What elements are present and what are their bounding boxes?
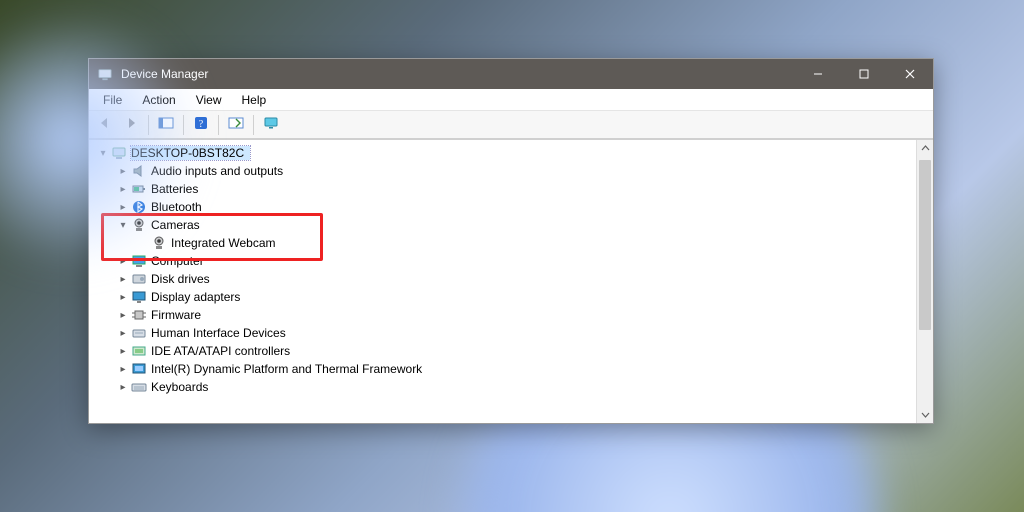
platform-icon — [131, 361, 147, 377]
devices-monitor-button[interactable] — [259, 114, 283, 136]
chevron-right-icon[interactable]: ▸ — [117, 346, 129, 357]
chevron-right-icon[interactable]: ▸ — [117, 184, 129, 195]
scroll-thumb[interactable] — [919, 160, 931, 330]
toolbar-separator — [253, 115, 254, 135]
tree-root[interactable]: ▾ DESKTOP-0BST82C — [95, 144, 916, 162]
svg-text:?: ? — [199, 119, 204, 130]
help-button[interactable]: ? — [189, 114, 213, 136]
toolbar-separator — [183, 115, 184, 135]
chevron-down-icon[interactable]: ▾ — [117, 220, 129, 231]
back-icon — [97, 116, 113, 133]
tree-item-bluetooth[interactable]: ▸ Bluetooth — [95, 198, 916, 216]
vertical-scrollbar[interactable] — [916, 140, 933, 423]
back-button[interactable] — [93, 114, 117, 136]
toolbar-separator — [148, 115, 149, 135]
app-icon — [97, 66, 113, 82]
titlebar[interactable]: Device Manager — [89, 59, 933, 89]
battery-icon — [131, 181, 147, 197]
chevron-right-icon[interactable]: ▸ — [117, 328, 129, 339]
camera-icon — [131, 217, 147, 233]
disk-icon — [131, 271, 147, 287]
tree-item-disk-drives[interactable]: ▸ Disk drives — [95, 270, 916, 288]
toolbar: ? — [89, 111, 933, 139]
help-icon: ? — [193, 115, 209, 134]
chevron-down-icon[interactable]: ▾ — [97, 148, 109, 159]
speaker-icon — [131, 163, 147, 179]
chevron-right-icon[interactable]: ▸ — [117, 274, 129, 285]
device-manager-window: Device Manager File Action View Help ? ▾ — [88, 58, 934, 424]
forward-button[interactable] — [119, 114, 143, 136]
minimize-button[interactable] — [795, 59, 841, 89]
tree-item-integrated-webcam[interactable]: ▸ Integrated Webcam — [95, 234, 916, 252]
menu-action[interactable]: Action — [132, 91, 185, 109]
device-tree[interactable]: ▾ DESKTOP-0BST82C ▸ Audio inputs and out… — [89, 140, 916, 423]
tree-item-intel-dptf[interactable]: ▸ Intel(R) Dynamic Platform and Thermal … — [95, 360, 916, 378]
display-icon — [131, 289, 147, 305]
monitor-icon — [263, 116, 279, 133]
scan-icon — [228, 116, 244, 133]
close-button[interactable] — [887, 59, 933, 89]
tree-pane-icon — [158, 116, 174, 133]
menu-view[interactable]: View — [186, 91, 232, 109]
chevron-right-icon[interactable]: ▸ — [117, 382, 129, 393]
chevron-right-icon[interactable]: ▸ — [117, 364, 129, 375]
menu-help[interactable]: Help — [232, 91, 277, 109]
show-hide-console-tree-button[interactable] — [154, 114, 178, 136]
tree-item-batteries[interactable]: ▸ Batteries — [95, 180, 916, 198]
menu-file[interactable]: File — [93, 91, 132, 109]
bluetooth-icon — [131, 199, 147, 215]
window-title: Device Manager — [121, 67, 208, 81]
scroll-down-button[interactable] — [917, 406, 933, 423]
client-area: ▾ DESKTOP-0BST82C ▸ Audio inputs and out… — [89, 139, 933, 423]
forward-icon — [123, 116, 139, 133]
tree-item-computer[interactable]: ▸ Computer — [95, 252, 916, 270]
chip-icon — [131, 307, 147, 323]
webcam-icon — [151, 235, 167, 251]
tree-item-keyboards[interactable]: ▸ Keyboards — [95, 378, 916, 396]
tree-item-cameras[interactable]: ▾ Cameras — [95, 216, 916, 234]
tree-root-label: DESKTOP-0BST82C — [131, 146, 250, 160]
chevron-right-icon[interactable]: ▸ — [117, 166, 129, 177]
tree-item-audio[interactable]: ▸ Audio inputs and outputs — [95, 162, 916, 180]
maximize-button[interactable] — [841, 59, 887, 89]
chevron-right-icon[interactable]: ▸ — [117, 256, 129, 267]
computer-icon — [111, 145, 127, 161]
ide-icon — [131, 343, 147, 359]
tree-item-ide[interactable]: ▸ IDE ATA/ATAPI controllers — [95, 342, 916, 360]
keyboard-icon — [131, 379, 147, 395]
tree-item-firmware[interactable]: ▸ Firmware — [95, 306, 916, 324]
window-controls — [795, 59, 933, 89]
scan-hardware-button[interactable] — [224, 114, 248, 136]
toolbar-separator — [218, 115, 219, 135]
scroll-up-button[interactable] — [917, 140, 933, 157]
menubar: File Action View Help — [89, 89, 933, 111]
tree-item-hid[interactable]: ▸ Human Interface Devices — [95, 324, 916, 342]
chevron-right-icon[interactable]: ▸ — [117, 310, 129, 321]
chevron-right-icon[interactable]: ▸ — [117, 202, 129, 213]
chevron-right-icon[interactable]: ▸ — [117, 292, 129, 303]
pc-icon — [131, 253, 147, 269]
tree-item-display-adapters[interactable]: ▸ Display adapters — [95, 288, 916, 306]
hid-icon — [131, 325, 147, 341]
